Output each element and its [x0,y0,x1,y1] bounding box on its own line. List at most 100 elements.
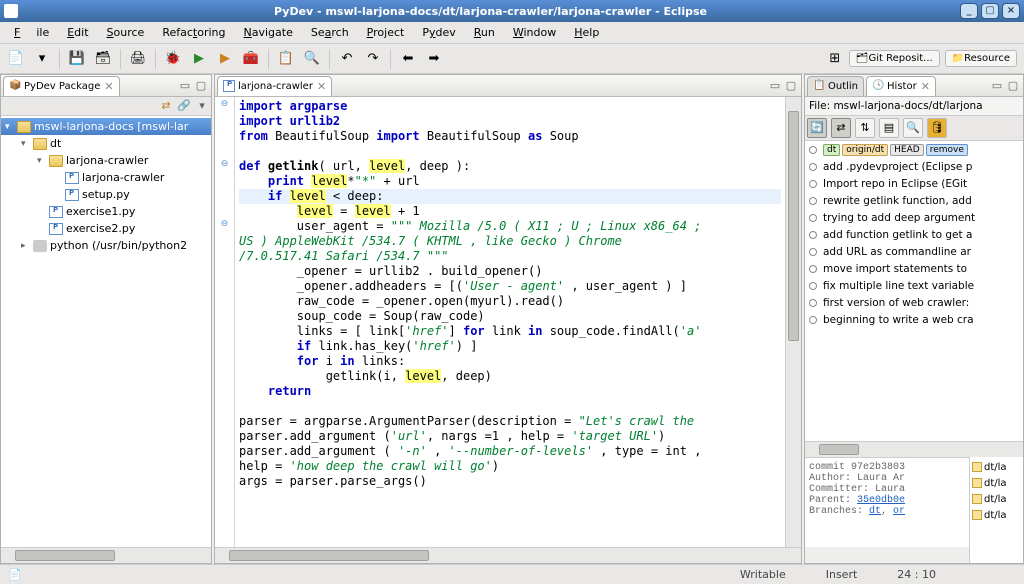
parent-link[interactable]: 35e0db0e [857,495,905,506]
changed-file[interactable]: dt/la [972,507,1021,523]
run-button[interactable]: ▶ [187,47,211,71]
history-tab[interactable]: 🕓 Histor ✕ [866,76,936,96]
refresh-button[interactable]: 🔄 [807,118,827,138]
fold-icon[interactable]: ⊖ [215,99,234,114]
db-button[interactable]: 🛢 [927,118,947,138]
history-row[interactable]: dtorigin/dtHEADremove [805,141,1023,158]
vscrollbar[interactable] [785,97,801,547]
commit-dot-icon [809,282,817,290]
history-row[interactable]: move import statements to [805,260,1023,277]
minimize-icon[interactable]: ▭ [768,79,782,93]
history-row[interactable]: add URL as commandline ar [805,243,1023,260]
close-button[interactable]: × [1002,3,1020,19]
new-button[interactable]: 📄 [4,47,28,71]
save-button[interactable]: 💾 [65,47,89,71]
hscrollbar[interactable] [805,441,1023,457]
hscrollbar[interactable] [1,547,211,563]
editor-content[interactable]: ⊖ ⊖ ⊖ import argparse import urllib2 fro… [215,97,801,547]
new-module-button[interactable]: 📋 [274,47,298,71]
menu-edit[interactable]: Edit [59,24,96,41]
package-explorer-tab[interactable]: 📦 PyDev Package ✕ [3,76,120,96]
minimize-button[interactable]: _ [960,3,978,19]
collapse-icon[interactable]: ⇄ [159,99,173,113]
fold-icon[interactable]: ⊖ [215,159,234,174]
outline-tab[interactable]: 📋 Outlin [807,76,864,96]
menu-navigate[interactable]: Navigate [236,24,301,41]
run-last-button[interactable]: ▶ [213,47,237,71]
close-icon[interactable]: ✕ [921,80,930,93]
tree-file-crawler[interactable]: larjona-crawler [1,169,211,186]
minimize-icon[interactable]: ▭ [178,79,192,93]
menu-help[interactable]: Help [566,24,607,41]
code-area[interactable]: import argparse import urllib2 from Beau… [235,97,785,547]
prev-edit-button[interactable]: ↶ [335,47,359,71]
tree-label: larjona-crawler [82,171,164,184]
changed-file[interactable]: dt/la [972,475,1021,491]
history-row[interactable]: trying to add deep argument [805,209,1023,226]
changed-files-panel[interactable]: dt/ladt/ladt/ladt/la [969,457,1023,563]
link-icon[interactable]: 🔗 [177,99,191,113]
history-list[interactable]: dtorigin/dtHEADremoveadd .pydevproject (… [805,141,1023,441]
editor-tab[interactable]: larjona-crawler ✕ [217,76,332,96]
forward-button[interactable]: ➡ [422,47,446,71]
tree-folder-crawler[interactable]: ▾larjona-crawler [1,152,211,169]
commit-dot-icon [809,231,817,239]
menu-pydev[interactable]: Pydev [414,24,463,41]
branch-link[interactable]: dt [869,506,881,517]
external-tools-button[interactable]: 🧰 [239,47,263,71]
maximize-button[interactable]: ▢ [981,3,999,19]
history-row[interactable]: beginning to write a web cra [805,311,1023,328]
file-icon [972,462,982,472]
dropdown-icon[interactable]: ▾ [30,47,54,71]
maximize-icon[interactable]: ▢ [784,79,798,93]
menu-source[interactable]: Source [99,24,153,41]
package-tree[interactable]: ▾mswl-larjona-docs [mswl-lar ▾dt ▾larjon… [1,116,211,547]
menu-search[interactable]: Search [303,24,357,41]
tree-file-ex1[interactable]: exercise1.py [1,203,211,220]
tree-file-ex2[interactable]: exercise2.py [1,220,211,237]
save-all-button[interactable]: 🗃 [91,47,115,71]
compare-button[interactable]: ⇅ [855,118,875,138]
hscrollbar[interactable] [215,547,801,563]
gutter[interactable]: ⊖ ⊖ ⊖ [215,97,235,547]
menu-file[interactable]: File [6,24,57,41]
menu-run[interactable]: Run [466,24,503,41]
find-button[interactable]: 🔍 [903,118,923,138]
tree-file-setup[interactable]: setup.py [1,186,211,203]
link-button[interactable]: ⇄ [831,118,851,138]
tree-folder-dt[interactable]: ▾dt [1,135,211,152]
perspective-resource[interactable]: 📁 Resource [945,50,1017,67]
perspective-switcher-icon[interactable]: ⊞ [823,47,847,71]
history-row[interactable]: add .pydevproject (Eclipse p [805,158,1023,175]
menu-window[interactable]: Window [505,24,564,41]
debug-button[interactable]: 🐞 [161,47,185,71]
history-row[interactable]: Import repo in Eclipse (EGit [805,175,1023,192]
menu-icon[interactable]: ▾ [195,99,209,113]
next-edit-button[interactable]: ↷ [361,47,385,71]
history-row[interactable]: fix multiple line text variable [805,277,1023,294]
menu-refactor[interactable]: Refactoring [154,24,233,41]
tree-project[interactable]: ▾mswl-larjona-docs [mswl-lar [1,118,211,135]
back-button[interactable]: ⬅ [396,47,420,71]
history-row[interactable]: add function getlink to get a [805,226,1023,243]
fold-icon[interactable]: ⊖ [215,219,234,234]
changed-file[interactable]: dt/la [972,491,1021,507]
commit-dot-icon [809,146,817,154]
tree-python-interpreter[interactable]: ▸python (/usr/bin/python2 [1,237,211,254]
filter-button[interactable]: ▤ [879,118,899,138]
changed-file[interactable]: dt/la [972,459,1021,475]
maximize-icon[interactable]: ▢ [194,79,208,93]
branch-link[interactable]: or [893,506,905,517]
minimize-icon[interactable]: ▭ [990,79,1004,93]
search-button[interactable]: 🔍 [300,47,324,71]
close-icon[interactable]: ✕ [317,80,326,93]
close-icon[interactable]: ✕ [104,80,113,93]
history-row[interactable]: rewrite getlink function, add [805,192,1023,209]
print-button[interactable]: 🖨 [126,47,150,71]
perspective-git[interactable]: 🗂 Git Reposit... [849,50,940,67]
maximize-icon[interactable]: ▢ [1006,79,1020,93]
tree-label: python (/usr/bin/python2 [50,239,187,252]
history-row[interactable]: first version of web crawler: [805,294,1023,311]
menu-project[interactable]: Project [359,24,413,41]
tab-label: larjona-crawler [238,81,313,92]
